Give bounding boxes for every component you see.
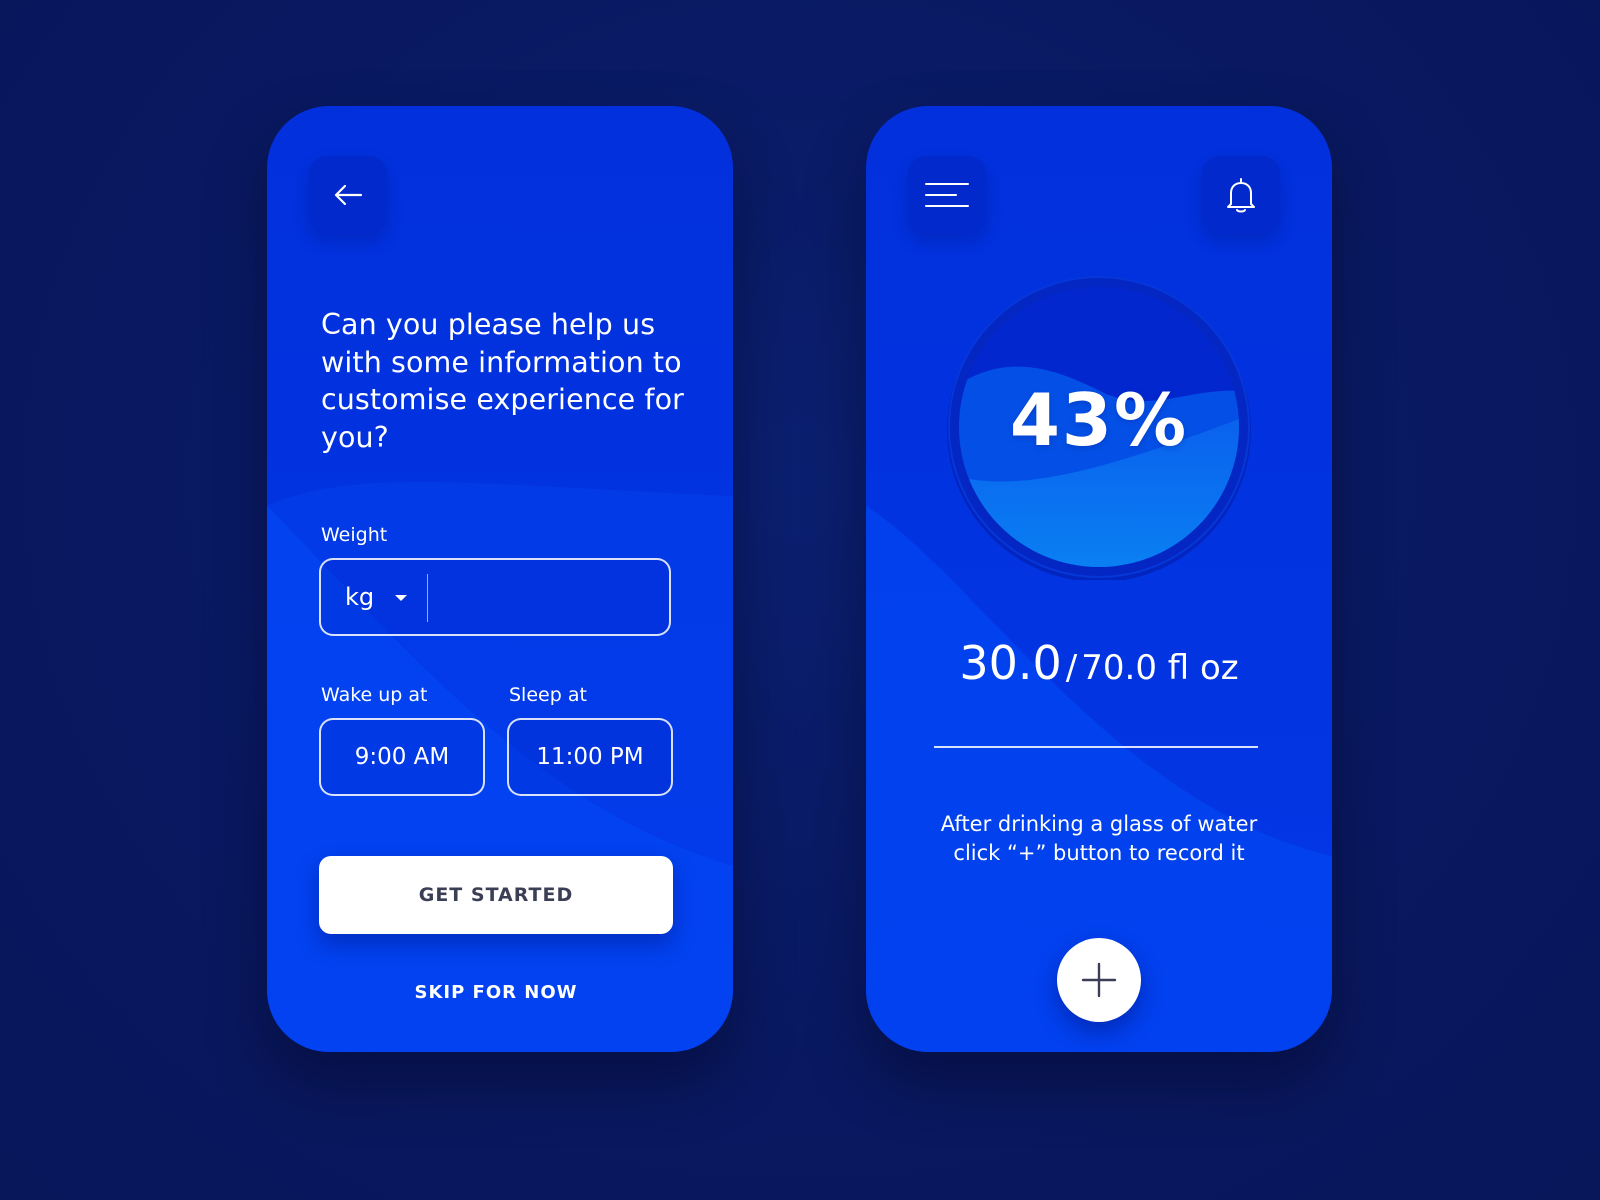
add-water-button[interactable]	[1057, 938, 1141, 1022]
sleep-time-field[interactable]: 11:00 PM	[507, 718, 673, 796]
tracker-screen: 43% 30.0/70.0 fl oz After drinking a gla…	[866, 106, 1332, 1052]
hint-text: After drinking a glass of water click “+…	[940, 812, 1258, 865]
plus-icon	[1081, 962, 1117, 998]
goal-amount: 70.0 fl oz	[1081, 648, 1239, 688]
notification-button[interactable]	[1202, 156, 1280, 234]
get-started-button[interactable]: GET STARTED	[319, 856, 673, 934]
skip-for-now-link[interactable]: SKIP FOR NOW	[407, 976, 585, 1008]
weight-field-divider	[427, 574, 428, 622]
sleep-label: Sleep at	[509, 684, 587, 706]
bell-icon	[1227, 178, 1255, 213]
progress-percent: 43%	[1009, 378, 1189, 462]
sleep-time-value: 11:00 PM	[536, 744, 644, 770]
onboarding-question: Can you please help us with some informa…	[321, 308, 684, 454]
menu-button[interactable]	[908, 156, 986, 234]
weight-unit-value: kg	[345, 583, 375, 611]
arrow-left-icon	[334, 184, 363, 206]
menu-icon	[925, 183, 969, 207]
weight-field: kg	[319, 558, 671, 636]
wake-up-time-value: 9:00 AM	[354, 744, 450, 770]
back-button[interactable]	[309, 156, 387, 234]
weight-label: Weight	[321, 524, 388, 546]
hydration-gauge: 43%	[946, 274, 1252, 582]
wake-up-time-field[interactable]: 9:00 AM	[319, 718, 485, 796]
wake-up-label: Wake up at	[321, 684, 428, 706]
intake-amount: 30.0/70.0 fl oz	[906, 636, 1292, 690]
page-background	[0, 0, 1600, 1200]
current-amount: 30.0	[959, 636, 1062, 690]
divider-line	[934, 746, 1258, 748]
amount-separator: /	[1065, 648, 1078, 688]
caret-down-icon	[395, 595, 407, 601]
weight-input[interactable]	[431, 560, 667, 634]
onboarding-screen: Can you please help us with some informa…	[267, 106, 733, 1052]
weight-unit-select[interactable]: kg	[321, 560, 427, 634]
